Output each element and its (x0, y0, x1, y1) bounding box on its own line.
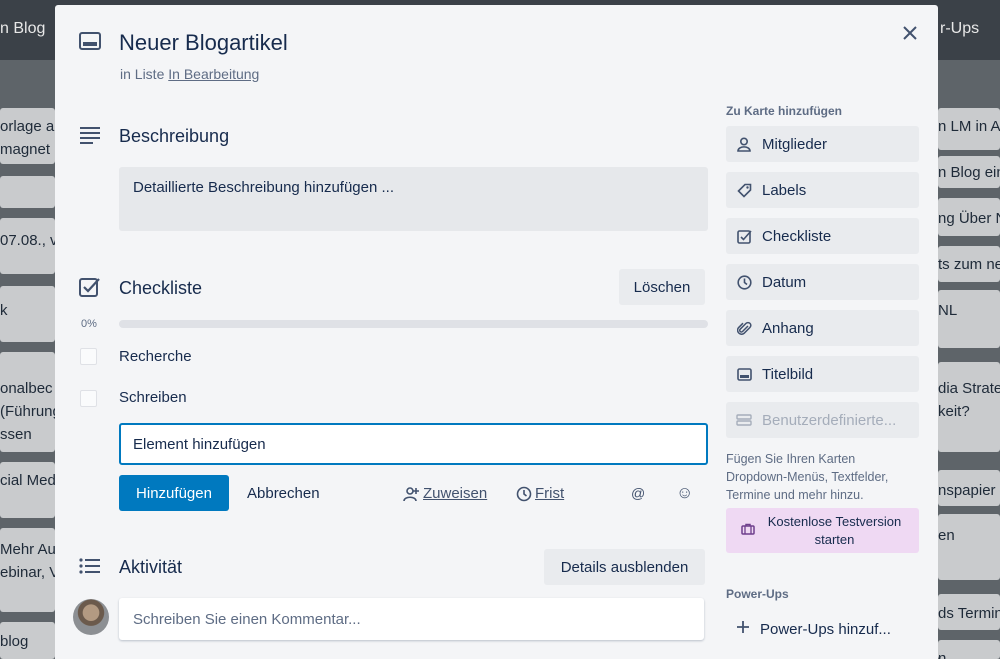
assign-button[interactable]: Zuweisen (403, 485, 487, 502)
activity-icon (79, 558, 101, 581)
list-name-link[interactable]: In Bearbeitung (168, 66, 259, 82)
background-card-text: (Führung (0, 403, 61, 420)
custom-fields-icon (736, 412, 752, 428)
delete-checklist-button[interactable]: Löschen (619, 269, 705, 305)
background-card[interactable] (0, 286, 55, 342)
description-icon (79, 126, 101, 149)
background-card-text: Mehr Au (0, 541, 56, 558)
labels-label: Labels (762, 181, 807, 199)
background-card-text: ebinar, V (0, 564, 60, 581)
background-card-text: orlage a (0, 118, 55, 135)
board-top-right-text: r-Ups (940, 20, 980, 37)
due-date-button[interactable]: Frist (516, 485, 564, 502)
card-title[interactable]: Neuer Blogartikel (119, 30, 288, 56)
card-cover-icon (736, 366, 752, 382)
clock-icon (736, 274, 752, 290)
cancel-button[interactable]: Abbrechen (247, 485, 320, 502)
background-card-text: 07.08., v (0, 232, 58, 249)
add-powerups-label: Power-Ups hinzuf... (760, 620, 891, 638)
checklist-progress-bar (119, 320, 708, 328)
custom-fields-note: Fügen Sie Ihren Karten Dropdown-Menüs, T… (726, 452, 889, 502)
custom-fields-button[interactable]: Benutzerdefinierte... (726, 402, 919, 438)
background-card-text: nspapier (938, 482, 996, 499)
background-card-text: en (938, 527, 955, 544)
close-button[interactable] (898, 21, 922, 45)
clock-icon (516, 486, 532, 501)
card-icon (79, 32, 101, 55)
background-card-text: n Blog ein (938, 164, 1000, 181)
cover-label: Titelbild (762, 365, 814, 383)
paperclip-icon (736, 320, 752, 336)
checklist-button-label: Checkliste (762, 227, 832, 245)
due-date-label: Frist (535, 485, 565, 502)
background-card-text: n (938, 650, 947, 659)
cover-button[interactable]: Titelbild (726, 356, 919, 392)
background-card-text: n LM in A (938, 118, 1000, 135)
start-trial-button[interactable]: Kostenlose Testversion starten (726, 508, 919, 553)
description-editor[interactable]: Detaillierte Beschreibung hinzufügen ... (119, 167, 708, 231)
description-title: Beschreibung (119, 126, 230, 146)
background-card[interactable] (0, 176, 55, 208)
checklist-progress-percent: 0% (81, 318, 97, 330)
background-card-text: ts zum ne (938, 256, 1000, 273)
plus-icon (736, 620, 750, 638)
background-card-text: k (0, 302, 8, 319)
add-to-card-heading: Zu Karte hinzufügen (726, 104, 842, 118)
assign-label: Zuweisen (423, 485, 488, 502)
attachment-button[interactable]: Anhang (726, 310, 919, 346)
background-card[interactable] (938, 640, 1000, 659)
labels-button[interactable]: Labels (726, 172, 919, 208)
add-checklist-item-input[interactable] (119, 423, 708, 465)
background-card-text: ng Über N (938, 210, 1000, 227)
checklist-item-checkbox[interactable] (80, 348, 97, 365)
avatar[interactable] (73, 599, 109, 635)
background-card-text: cial Med (0, 472, 56, 489)
attachment-label: Anhang (762, 319, 814, 337)
in-list-prefix: in Liste (120, 66, 165, 82)
mention-icon[interactable]: @ (631, 485, 645, 501)
background-card[interactable] (0, 462, 55, 518)
checklist-item-label[interactable]: Recherche (119, 348, 192, 365)
background-card-text: blog (0, 633, 29, 650)
background-card-text: NL (938, 302, 958, 319)
briefcase-icon (740, 522, 755, 540)
background-card-text: ds Termin (938, 605, 1000, 622)
background-card-text: ssen (0, 426, 32, 443)
checklist-title[interactable]: Checkliste (119, 278, 202, 299)
powerups-heading: Power-Ups (726, 587, 789, 601)
checklist-icon (79, 277, 101, 302)
background-card-text: onalbec (0, 380, 53, 397)
custom-fields-label: Benutzerdefinierte... (762, 411, 897, 429)
card-list-info: in Liste In Bearbeitung (120, 66, 259, 82)
date-button[interactable]: Datum (726, 264, 919, 300)
close-icon (903, 26, 917, 40)
tag-icon (736, 182, 752, 198)
members-button[interactable]: Mitglieder (726, 126, 919, 162)
background-card-text: dia Strate (938, 380, 1000, 397)
start-trial-label: Kostenlose Testversion starten (767, 513, 902, 547)
emoji-icon[interactable]: ☺ (676, 483, 693, 503)
checklist-item-checkbox[interactable] (80, 390, 97, 407)
activity-title: Aktivität (119, 557, 183, 577)
checkbox-icon (736, 228, 752, 244)
person-icon (736, 136, 752, 152)
add-powerups-button[interactable]: Power-Ups hinzuf... (726, 614, 919, 644)
background-card[interactable] (938, 290, 1000, 348)
add-member-icon (403, 486, 419, 501)
hide-details-button[interactable]: Details ausblenden (544, 549, 705, 585)
checklist-item-label[interactable]: Schreiben (119, 389, 187, 406)
checklist-button[interactable]: Checkliste (726, 218, 919, 254)
date-label: Datum (762, 273, 807, 291)
board-top-left-text: n Blog (0, 20, 46, 37)
background-card-text: magnet (0, 141, 51, 158)
background-card-text: keit? (938, 403, 970, 420)
comment-input[interactable]: Schreiben Sie einen Kommentar... (119, 598, 704, 640)
members-label: Mitglieder (762, 135, 828, 153)
card-detail-modal: Neuer Blogartikel in Liste In Bearbeitun… (55, 5, 938, 659)
add-item-button[interactable]: Hinzufügen (119, 475, 229, 511)
background-card[interactable] (938, 514, 1000, 580)
